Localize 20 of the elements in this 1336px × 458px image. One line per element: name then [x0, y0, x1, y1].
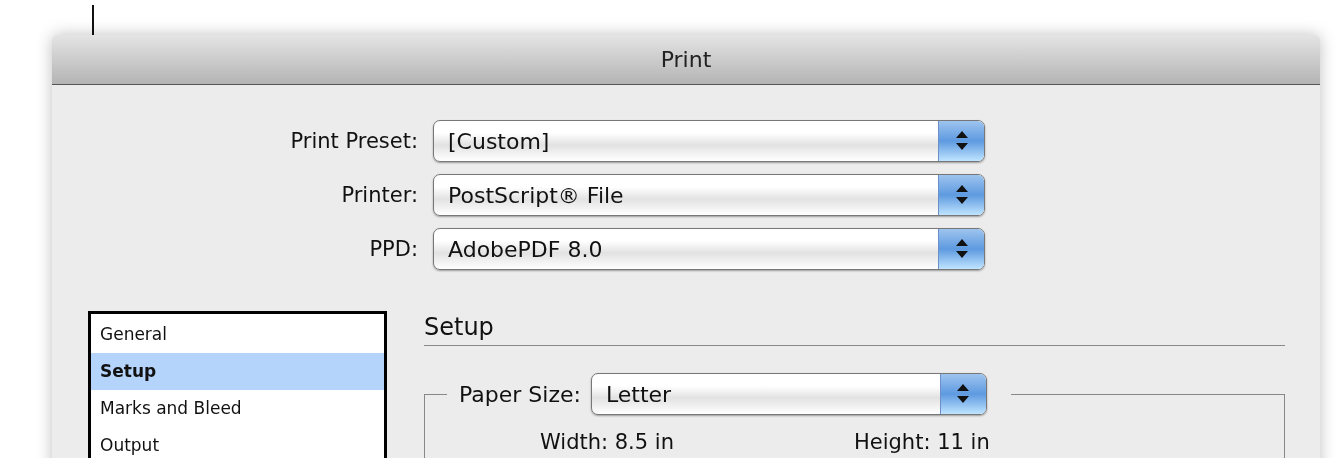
stepper-arrows-icon [954, 130, 969, 152]
dropdown[interactable]: AdobePDF 8.0 [433, 228, 985, 270]
category-item[interactable]: Output [91, 427, 384, 458]
width-value: Width: 8.5 in [540, 430, 674, 454]
dropdown[interactable]: [Custom] [433, 120, 985, 162]
field-label: Printer: [340, 183, 418, 207]
field-label: PPD: [368, 237, 418, 261]
category-item[interactable]: General [91, 316, 384, 353]
stepper-arrows-icon [956, 383, 971, 405]
category-item[interactable]: Setup [91, 353, 384, 390]
dropdown[interactable]: Letter [590, 373, 987, 415]
window-title: Print [660, 47, 712, 72]
dropdown[interactable]: PostScript® File [433, 174, 985, 216]
stepper-arrows-icon [954, 238, 969, 260]
field-label: Paper Size: [459, 381, 581, 407]
category-item[interactable]: Marks and Bleed [91, 390, 384, 427]
stepper-arrows-icon [954, 184, 969, 206]
section-title: Setup [424, 313, 1285, 346]
field-label: Print Preset: [289, 129, 418, 153]
height-value: Height: 11 in [854, 430, 990, 454]
